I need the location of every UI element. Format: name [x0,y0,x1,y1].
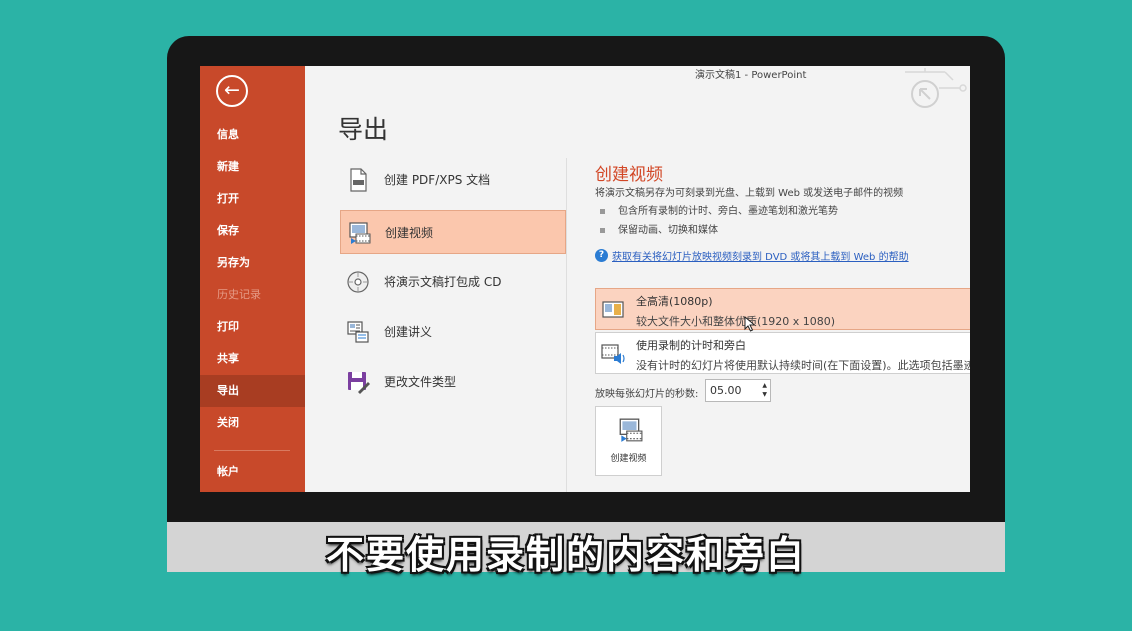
timing-subtitle: 没有计时的幻灯片将使用默认持续时间(在下面设置)。此选项包括墨迹和 [636,359,970,372]
export-option-label: 创建讲义 [384,325,433,339]
export-option-label: 更改文件类型 [384,375,457,389]
timing-title: 使用录制的计时和旁白 [636,339,746,352]
export-option-label: 创建 PDF/XPS 文档 [384,173,491,187]
export-option-label: 创建视频 [385,226,434,240]
export-option-cd[interactable]: 将演示文稿打包成 CD [340,260,566,304]
help-question-icon: ? [595,249,608,262]
nav-item-new[interactable]: 新建 [200,151,305,183]
export-option-video[interactable]: 创建视频 [340,210,566,254]
backstage-sidebar: ← 信息 新建 打开 保存 另存为 历史记录 打印 共享 导出 关闭 帐户 [200,66,305,492]
timing-dropdown[interactable]: 使用录制的计时和旁白 没有计时的幻灯片将使用默认持续时间(在下面设置)。此选项包… [595,332,970,374]
quality-title: 全高清(1080p) [636,295,713,308]
presentation-quality-icon [602,301,624,318]
export-option-pdf[interactable]: 创建 PDF/XPS 文档 [340,158,566,202]
export-option-handout[interactable]: 创建讲义 [340,310,566,354]
nav-divider [214,450,290,451]
circuit-decoration-icon [905,68,967,108]
seconds-stepper[interactable]: 05.00 ▲ ▼ [705,379,771,402]
stepper-up-icon[interactable]: ▲ [762,383,767,389]
video-subtitle: 不要使用录制的内容和旁白 [325,533,806,577]
detail-bullet: 包含所有录制的计时、旁白、墨迹笔划和激光笔势 [600,202,838,217]
page-title: 导出 [338,115,389,144]
back-arrow-icon[interactable]: ← [216,75,248,107]
detail-description: 将演示文稿另存为可刻录到光盘、上载到 Web 或发送电子邮件的视频 [595,188,904,199]
file-type-icon [348,372,370,394]
quality-subtitle: 较大文件大小和整体优质(1920 x 1080) [636,315,836,328]
nav-item-save-as[interactable]: 另存为 [200,247,305,279]
create-video-button[interactable]: 创建视频 [595,406,662,476]
seconds-label: 放映每张幻灯片的秒数: [595,389,699,400]
export-option-file-type[interactable]: 更改文件类型 [340,360,566,404]
cd-icon [347,271,369,293]
nav-item-account[interactable]: 帐户 [200,456,305,488]
detail-title: 创建视频 [595,165,663,185]
pdf-document-icon [350,168,367,192]
quality-dropdown[interactable]: 全高清(1080p) 较大文件大小和整体优质(1920 x 1080) [595,288,970,330]
nav-item-export[interactable]: 导出 [200,375,305,407]
video-icon [619,418,643,442]
nav-item-close[interactable]: 关闭 [200,407,305,439]
bullet-text: 保留动画、切换和媒体 [618,225,718,236]
narration-speaker-icon [601,344,625,364]
help-link[interactable]: 获取有关将幻灯片放映视频刻录到 DVD 或将其上载到 Web 的帮助 [612,252,909,263]
nav-item-share[interactable]: 共享 [200,343,305,375]
create-video-label: 创建视频 [610,454,647,464]
nav-item-open[interactable]: 打开 [200,183,305,215]
bullet-square-icon [600,227,605,233]
help-row: ? 获取有关将幻灯片放映视频刻录到 DVD 或将其上载到 Web 的帮助 [595,245,909,264]
seconds-value: 05.00 [710,384,742,397]
window-title: 演示文稿1 - PowerPoint [695,70,807,81]
mouse-cursor-icon [744,316,756,332]
stepper-down-icon[interactable]: ▼ [762,392,767,398]
nav-item-print[interactable]: 打印 [200,311,305,343]
bullet-text: 包含所有录制的计时、旁白、墨迹笔划和激光笔势 [618,206,838,217]
panel-divider [566,158,567,492]
nav-item-info[interactable]: 信息 [200,119,305,151]
export-option-label: 将演示文稿打包成 CD [384,275,502,289]
handout-icon [347,321,369,343]
nav-item-history: 历史记录 [217,288,261,301]
bullet-square-icon [600,208,605,214]
powerpoint-screen: ← 信息 新建 打开 保存 另存为 历史记录 打印 共享 导出 关闭 帐户 演示… [200,66,970,492]
nav-item-save[interactable]: 保存 [200,215,305,247]
video-icon [349,222,371,244]
detail-bullet: 保留动画、切换和媒体 [600,221,718,236]
